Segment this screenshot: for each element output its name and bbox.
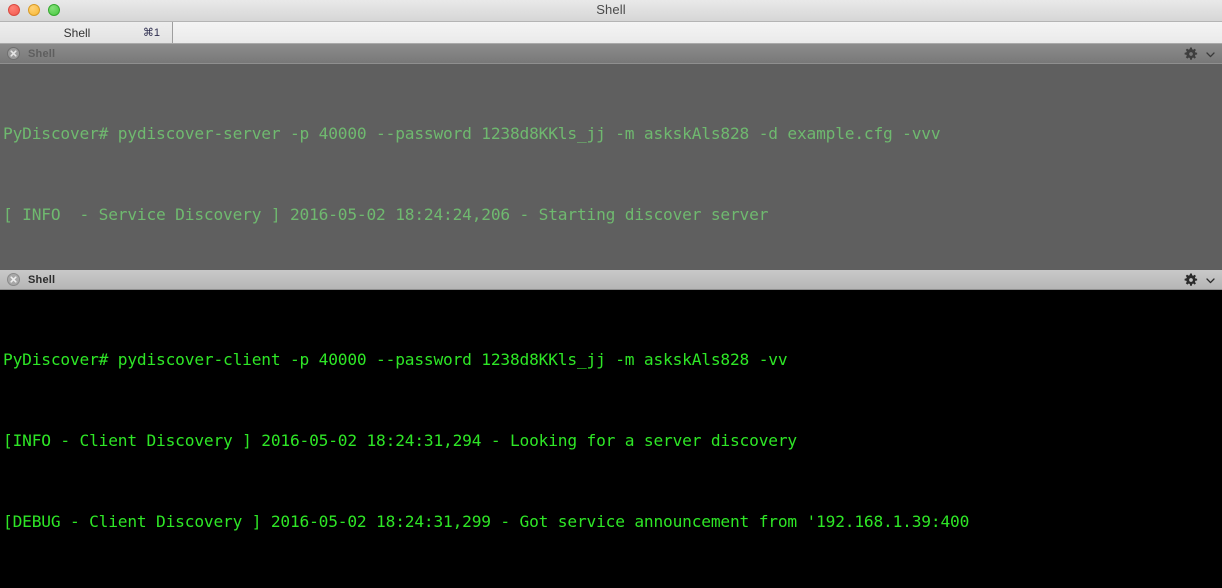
pane-client-terminal-output[interactable]: PyDiscover# pydiscover-client -p 40000 -… <box>0 290 1222 588</box>
terminal-line: PyDiscover# pydiscover-client -p 40000 -… <box>3 350 788 369</box>
terminal-window: Shell Shell ⌘1 Shell PyDiscover# pydisco… <box>0 0 1222 588</box>
gear-icon[interactable] <box>1184 273 1198 287</box>
tab-shortcut-label: ⌘1 <box>142 27 160 39</box>
terminal-line: [INFO - Client Discovery ] 2016-05-02 18… <box>3 431 797 450</box>
gear-icon[interactable] <box>1184 47 1198 61</box>
chevron-down-icon[interactable] <box>1205 49 1216 60</box>
tab-bar-empty-area[interactable] <box>173 22 1222 43</box>
terminal-line: [ INFO - Service Discovery ] 2016-05-02 … <box>3 205 769 224</box>
pane-client-header-actions <box>1184 270 1216 290</box>
pane-server[interactable]: Shell PyDiscover# pydiscover-server -p 4… <box>0 44 1222 270</box>
chevron-down-icon[interactable] <box>1205 275 1216 286</box>
pane-server-header: Shell <box>0 44 1222 64</box>
tab-shell[interactable]: Shell ⌘1 <box>0 22 173 43</box>
pane-server-terminal-output[interactable]: PyDiscover# pydiscover-server -p 40000 -… <box>0 64 1222 270</box>
window-titlebar: Shell <box>0 0 1222 22</box>
terminal-line: [DEBUG - Client Discovery ] 2016-05-02 1… <box>3 512 970 531</box>
pane-server-header-actions <box>1184 44 1216 64</box>
window-title: Shell <box>596 2 626 17</box>
pane-client[interactable]: Shell PyDiscover# pydiscover-client -p 4… <box>0 270 1222 588</box>
split-pane-container: Shell PyDiscover# pydiscover-server -p 4… <box>0 44 1222 588</box>
close-circle-icon[interactable] <box>7 273 20 286</box>
terminal-line: PyDiscover# pydiscover-server -p 40000 -… <box>3 124 941 143</box>
close-circle-icon[interactable] <box>7 47 20 60</box>
pane-server-title: Shell <box>28 47 56 60</box>
pane-client-title: Shell <box>28 273 56 286</box>
tab-bar: Shell ⌘1 <box>0 22 1222 44</box>
pane-client-header: Shell <box>0 270 1222 290</box>
